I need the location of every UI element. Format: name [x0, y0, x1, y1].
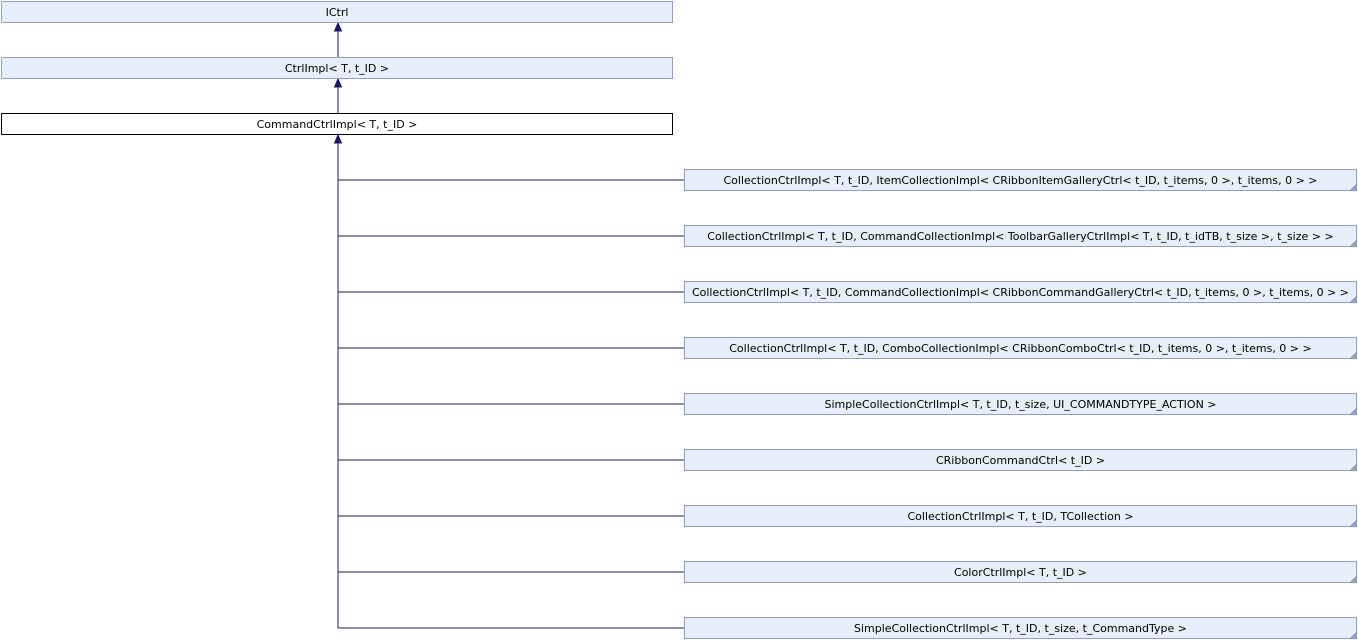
class-label: CollectionCtrlImpl< T, t_ID, ComboCollec…	[729, 342, 1311, 355]
inheritance-edge-c5-commandctrlimpl	[337, 143, 684, 405]
inheritance-arrowhead-1	[333, 77, 343, 88]
inheritance-edge-c4-commandctrlimpl	[337, 143, 684, 349]
class-label: CommandCtrlImpl< T, t_ID >	[257, 118, 418, 131]
class-node-c8[interactable]: ColorCtrlImpl< T, t_ID >	[684, 561, 1357, 583]
class-node-ictrl[interactable]: ICtrl	[1, 1, 673, 23]
class-node-c2[interactable]: CollectionCtrlImpl< T, t_ID, CommandColl…	[684, 225, 1357, 247]
inheritance-edge-c3-commandctrlimpl	[337, 143, 684, 293]
inheritance-edge-c6-commandctrlimpl	[337, 143, 684, 461]
inheritance-edge-commandctrlimpl-ctrlimpl	[333, 77, 343, 113]
class-node-c4[interactable]: CollectionCtrlImpl< T, t_ID, ComboCollec…	[684, 337, 1357, 359]
class-label: SimpleCollectionCtrlImpl< T, t_ID, t_siz…	[824, 398, 1216, 411]
class-label: CollectionCtrlImpl< T, t_ID, ItemCollect…	[723, 174, 1317, 187]
class-label: SimpleCollectionCtrlImpl< T, t_ID, t_siz…	[854, 622, 1187, 635]
class-node-c3[interactable]: CollectionCtrlImpl< T, t_ID, CommandColl…	[684, 281, 1357, 303]
inheritance-edge-ctrlimpl-ictrl	[333, 21, 343, 57]
inheritance-edge-c8-commandctrlimpl	[337, 143, 684, 573]
inheritance-edge-c2-commandctrlimpl	[337, 143, 684, 237]
class-node-c9[interactable]: SimpleCollectionCtrlImpl< T, t_ID, t_siz…	[684, 617, 1357, 639]
class-node-c5[interactable]: SimpleCollectionCtrlImpl< T, t_ID, t_siz…	[684, 393, 1357, 415]
class-node-c6[interactable]: CRibbonCommandCtrl< t_ID >	[684, 449, 1357, 471]
class-label: ICtrl	[326, 6, 349, 19]
nodes-layer: ICtrl CtrlImpl< T, t_ID > CommandCtrlImpl<…	[1, 1, 1357, 639]
inheritance-arrowhead-2	[333, 133, 343, 144]
class-node-ctrlimpl[interactable]: CtrlImpl< T, t_ID >	[1, 57, 673, 79]
class-node-c7[interactable]: CollectionCtrlImpl< T, t_ID, TCollection…	[684, 505, 1357, 527]
class-label: CollectionCtrlImpl< T, t_ID, CommandColl…	[707, 230, 1333, 243]
class-label: CRibbonCommandCtrl< t_ID >	[936, 454, 1105, 467]
inheritance-diagram: ICtrl CtrlImpl< T, t_ID > CommandCtrlImpl<…	[1, 1, 1357, 639]
inheritance-edge-c9-commandctrlimpl	[337, 143, 684, 629]
class-label: CollectionCtrlImpl< T, t_ID, TCollection…	[907, 510, 1133, 523]
inheritance-arrowhead-0	[333, 21, 343, 32]
class-node-c1[interactable]: CollectionCtrlImpl< T, t_ID, ItemCollect…	[684, 169, 1357, 191]
class-label: ColorCtrlImpl< T, t_ID >	[954, 566, 1087, 579]
inheritance-edge-c1-commandctrlimpl	[333, 133, 684, 181]
class-label: CollectionCtrlImpl< T, t_ID, CommandColl…	[692, 286, 1349, 299]
class-label: CtrlImpl< T, t_ID >	[285, 62, 389, 75]
class-node-commandctrlimpl: CommandCtrlImpl< T, t_ID >	[1, 113, 673, 135]
